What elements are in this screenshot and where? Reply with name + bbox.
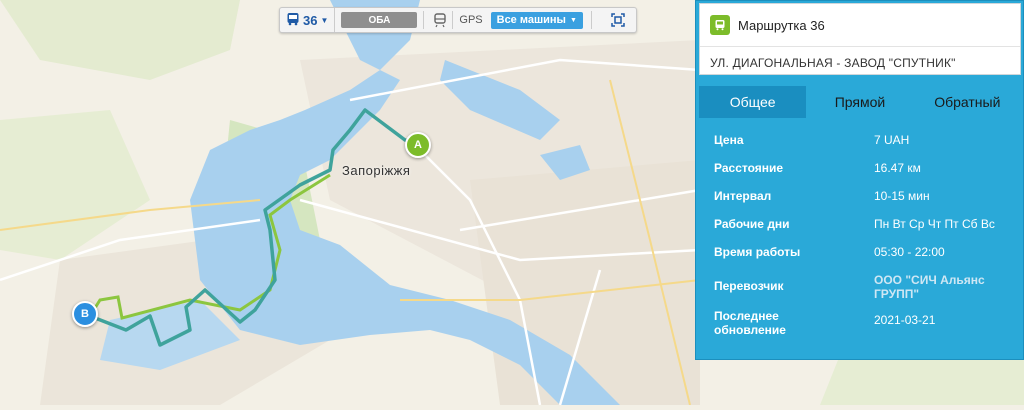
info-label: Рабочие дни [714,217,790,231]
transport-icon[interactable] [430,11,450,29]
info-label: Перевозчик [714,279,784,293]
info-row-distance: Расстояние 16.47 км [714,157,1014,185]
tab-backward[interactable]: Обратный [914,86,1021,118]
info-label: Последнее обновление [714,309,786,337]
bus-icon [710,15,730,35]
info-table: Цена 7 UAH Расстояние 16.47 км Интервал … [714,129,1014,337]
info-label: Интервал [714,189,772,203]
info-value: 7 UAH [874,133,910,147]
info-label: Время работы [714,245,801,259]
info-value: 16.47 км [874,161,921,175]
divider [452,11,454,29]
chevron-down-icon: ▼ [569,16,577,24]
panel-tabs: Общее Прямой Обратный [699,86,1021,118]
carrier-link[interactable]: ООО "СИЧ Альянс ГРУПП" [874,269,1014,301]
route-start-marker[interactable]: A [405,132,431,158]
tab-forward[interactable]: Прямой [806,86,913,118]
info-row-carrier: Перевозчик ООО "СИЧ Альянс ГРУПП" [714,269,1014,305]
info-row-interval: Интервал 10-15 мин [714,185,1014,213]
panel-title: Маршрутка 36 [738,17,825,33]
info-value: 2021-03-21 [874,313,936,327]
city-label: Запоріжжя [342,163,411,178]
info-row-price: Цена 7 UAH [714,129,1014,157]
info-label: Цена [714,133,744,147]
vehicles-select-label: Все машины [496,14,566,26]
info-label: Расстояние [714,161,784,175]
info-value: 10-15 мин [874,189,930,203]
info-row-hours: Время работы 05:30 - 22:00 [714,241,1014,269]
map-toolbar: 36 ▼ ОБА GPS Все машины ▼ [279,7,637,33]
gps-toggle[interactable]: GPS [455,14,486,26]
route-selector[interactable]: 36 ▼ [280,8,336,32]
vehicles-select[interactable]: Все машины ▼ [490,11,583,29]
route-endpoints: УЛ. ДИАГОНАЛЬНАЯ - ЗАВОД "СПУТНИК" [700,46,1020,70]
route-end-marker[interactable]: B [72,301,98,327]
info-value: 05:30 - 22:00 [874,245,945,259]
route-number: 36 [303,12,318,28]
info-value: Пн Вт Ср Чт Пт Сб Вс [874,217,995,231]
fit-bounds-icon[interactable] [608,11,628,29]
info-row-updated: Последнее обновление 2021-03-21 [714,305,1014,337]
panel-header: Маршрутка 36 УЛ. ДИАГОНАЛЬНАЯ - ЗАВОД "С… [699,3,1021,75]
info-row-workdays: Рабочие дни Пн Вт Ср Чт Пт Сб Вс [714,213,1014,241]
bus-icon [286,12,300,29]
divider [590,11,592,29]
chevron-down-icon: ▼ [320,15,329,25]
tab-general[interactable]: Общее [699,86,807,118]
region-button[interactable]: ОБА [341,12,418,28]
route-info-panel: Маршрутка 36 УЛ. ДИАГОНАЛЬНАЯ - ЗАВОД "С… [695,0,1024,360]
divider [423,11,425,29]
